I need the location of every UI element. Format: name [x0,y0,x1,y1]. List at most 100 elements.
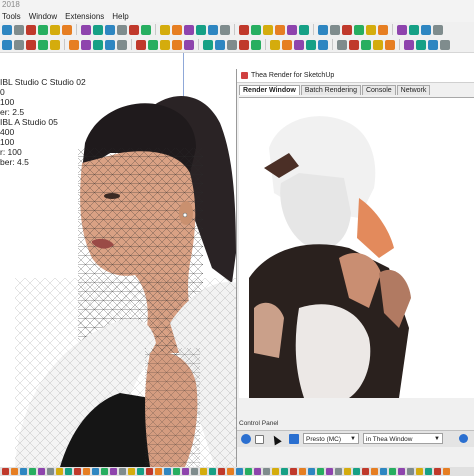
toolbar-tool-icon[interactable] [306,39,316,50]
bottom-tool-icon[interactable] [380,468,387,475]
toolbar-tool-icon[interactable] [373,39,383,50]
bottom-tool-icon[interactable] [92,468,99,475]
toolbar-tool-icon[interactable] [220,24,230,35]
tab-batch-rendering[interactable]: Batch Rendering [300,85,361,95]
toolbar-tool-icon[interactable] [299,24,309,35]
toolbar-tool-icon[interactable] [251,39,261,50]
toolbar-tool-icon[interactable] [50,39,60,50]
bottom-tool-icon[interactable] [164,468,171,475]
bottom-tool-icon[interactable] [272,468,279,475]
toolbar-tool-icon[interactable] [184,39,194,50]
toolbar-tool-icon[interactable] [2,24,12,35]
bottom-tool-icon[interactable] [173,468,180,475]
menu-extensions[interactable]: Extensions [65,12,104,21]
toolbar-tool-icon[interactable] [141,24,151,35]
bottom-tool-icon[interactable] [200,468,207,475]
toolbar-tool-icon[interactable] [38,24,48,35]
toolbar-tool-icon[interactable] [160,39,170,50]
toolbar-tool-icon[interactable] [239,24,249,35]
toolbar-tool-icon[interactable] [38,39,48,50]
thea-render-window[interactable]: Thea Render for SketchUp Render Window B… [236,69,474,471]
toolbar-tool-icon[interactable] [366,24,376,35]
stop-button[interactable] [255,435,264,444]
toolbar-tool-icon[interactable] [378,24,388,35]
toolbar-tool-icon[interactable] [81,24,91,35]
bottom-tool-icon[interactable] [236,468,243,475]
bottom-tool-icon[interactable] [317,468,324,475]
bottom-tool-icon[interactable] [398,468,405,475]
play-button[interactable] [241,434,251,444]
bottom-tool-icon[interactable] [65,468,72,475]
bottom-tool-icon[interactable] [74,468,81,475]
bottom-tool-icon[interactable] [344,468,351,475]
bottom-tool-icon[interactable] [20,468,27,475]
toolbar-tool-icon[interactable] [354,24,364,35]
toolbar-tool-icon[interactable] [69,39,79,50]
toolbar-tool-icon[interactable] [294,39,304,50]
bottom-tool-icon[interactable] [83,468,90,475]
toolbar-tool-icon[interactable] [428,39,438,50]
toolbar-tool-icon[interactable] [2,39,12,50]
output-target-select[interactable]: in Thea Window ▼ [363,433,443,444]
toolbar-tool-icon[interactable] [397,24,407,35]
toolbar-tool-icon[interactable] [263,24,273,35]
toolbar-tool-icon[interactable] [62,24,72,35]
bottom-tool-icon[interactable] [371,468,378,475]
toolbar-tool-icon[interactable] [93,24,103,35]
toolbar-tool-icon[interactable] [172,24,182,35]
bottom-tool-icon[interactable] [146,468,153,475]
bottom-tool-icon[interactable] [389,468,396,475]
toolbar-tool-icon[interactable] [275,24,285,35]
toolbar-tool-icon[interactable] [342,24,352,35]
bottom-tool-icon[interactable] [56,468,63,475]
tab-render-window[interactable]: Render Window [239,85,300,95]
toolbar-tool-icon[interactable] [105,24,115,35]
bottom-tool-icon[interactable] [11,468,18,475]
toolbar-tool-icon[interactable] [404,39,414,50]
toolbar-tool-icon[interactable] [440,39,450,50]
toolbar-tool-icon[interactable] [26,39,36,50]
toolbar-tool-icon[interactable] [287,24,297,35]
toolbar-tool-icon[interactable] [270,39,280,50]
bottom-tool-icon[interactable] [326,468,333,475]
bottom-tool-icon[interactable] [209,468,216,475]
bottom-tool-icon[interactable] [38,468,45,475]
bottom-tool-icon[interactable] [155,468,162,475]
toolbar-tool-icon[interactable] [251,24,261,35]
tab-network[interactable]: Network [396,85,431,95]
thea-title-bar[interactable]: Thea Render for SketchUp [237,69,474,83]
toolbar-tool-icon[interactable] [184,24,194,35]
engine-select[interactable]: Presto (MC) ▼ [303,433,359,444]
toolbar-tool-icon[interactable] [148,39,158,50]
toolbar-tool-icon[interactable] [117,24,127,35]
toolbar-tool-icon[interactable] [337,39,347,50]
bottom-tool-icon[interactable] [425,468,432,475]
bottom-tool-icon[interactable] [2,468,9,475]
toolbar-tool-icon[interactable] [14,24,24,35]
bottom-tool-icon[interactable] [362,468,369,475]
bottom-tool-icon[interactable] [335,468,342,475]
toolbar-tool-icon[interactable] [26,24,36,35]
toolbar-tool-icon[interactable] [330,24,340,35]
bottom-tool-icon[interactable] [218,468,225,475]
toolbar-tool-icon[interactable] [361,39,371,50]
bottom-tool-icon[interactable] [245,468,252,475]
toolbar-tool-icon[interactable] [203,39,213,50]
bottom-tool-icon[interactable] [299,468,306,475]
render-region-button[interactable] [289,434,299,444]
bottom-tool-icon[interactable] [281,468,288,475]
toolbar-tool-icon[interactable] [227,39,237,50]
bottom-tool-icon[interactable] [254,468,261,475]
bottom-tool-icon[interactable] [353,468,360,475]
bottom-tool-icon[interactable] [227,468,234,475]
toolbar-tool-icon[interactable] [409,24,419,35]
toolbar-tool-icon[interactable] [160,24,170,35]
bottom-tool-icon[interactable] [182,468,189,475]
toolbar-tool-icon[interactable] [416,39,426,50]
toolbar-tool-icon[interactable] [105,39,115,50]
toolbar-tool-icon[interactable] [215,39,225,50]
toolbar-tool-icon[interactable] [349,39,359,50]
bottom-tool-icon[interactable] [443,468,450,475]
toolbar-tool-icon[interactable] [136,39,146,50]
toolbar-tool-icon[interactable] [81,39,91,50]
